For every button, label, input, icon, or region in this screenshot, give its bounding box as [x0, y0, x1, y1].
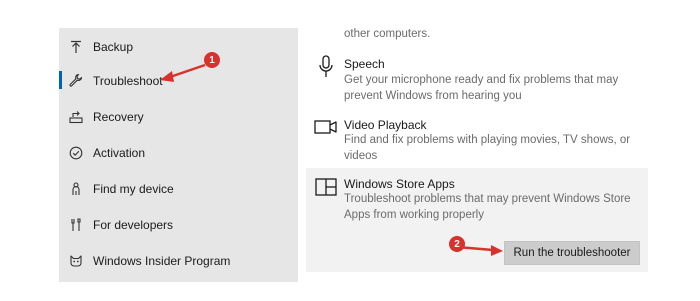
sidebar-item-find-my-device[interactable]: Find my device — [59, 174, 298, 204]
sidebar-item-label: Activation — [93, 146, 146, 160]
developer-tools-icon — [68, 217, 84, 233]
sidebar-item-label: Backup — [93, 40, 134, 54]
tool-description: Troubleshoot problems that may prevent W… — [344, 193, 631, 221]
sidebar-item-label: Find my device — [93, 182, 174, 196]
sidebar-item-label: Windows Insider Program — [93, 254, 231, 268]
sidebar-item-label: For developers — [93, 218, 174, 232]
sidebar-item-label: Recovery — [93, 110, 144, 124]
sidebar-item-troubleshoot[interactable]: Troubleshoot — [59, 66, 298, 96]
person-location-icon — [68, 181, 84, 197]
tool-title: Video Playback — [344, 118, 427, 132]
tool-title: Speech — [344, 57, 385, 71]
previous-item-description: other computers. — [344, 28, 431, 40]
sidebar-item-recovery[interactable]: Recovery — [59, 102, 298, 132]
sidebar-item-backup[interactable]: Backup — [59, 32, 298, 62]
annotation-badge-2: 2 — [449, 236, 465, 252]
insider-cat-icon — [68, 253, 84, 269]
troubleshoot-content: other computers. Speech Get your microph… — [306, 0, 700, 301]
recovery-icon — [68, 109, 84, 125]
tool-description: Get your microphone ready and fix proble… — [344, 74, 619, 102]
microphone-icon — [314, 55, 338, 79]
backup-arrow-icon — [68, 39, 84, 55]
wrench-icon — [68, 73, 84, 89]
sidebar-item-activation[interactable]: Activation — [59, 138, 298, 168]
store-apps-icon — [314, 175, 338, 199]
run-troubleshooter-button[interactable]: Run the troubleshooter — [504, 241, 640, 265]
video-camera-icon — [314, 115, 338, 139]
settings-sidebar: Backup Troubleshoot Recovery Activation … — [59, 28, 298, 282]
sidebar-item-for-developers[interactable]: For developers — [59, 210, 298, 240]
checkmark-circle-icon — [68, 145, 84, 161]
tool-title: Windows Store Apps — [344, 177, 455, 191]
sidebar-item-windows-insider-program[interactable]: Windows Insider Program — [59, 246, 298, 276]
tool-description: Find and fix problems with playing movie… — [344, 134, 631, 162]
annotation-badge-1: 1 — [204, 52, 220, 68]
sidebar-item-label: Troubleshoot — [93, 74, 163, 88]
